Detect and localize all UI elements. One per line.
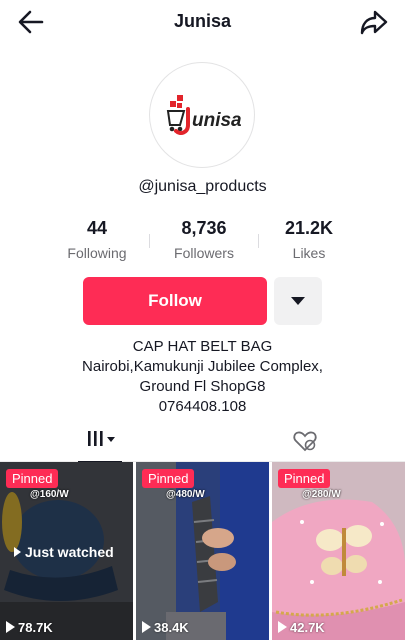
likes-label: Likes xyxy=(292,245,326,261)
following-label: Following xyxy=(67,245,127,261)
video-grid: Pinned @160/W Just watched 78.7K Pinned … xyxy=(0,462,405,640)
bio-line: Nairobi,Kamukunji Jubilee Complex, xyxy=(82,358,323,375)
bio-line: CAP HAT BELT BAG xyxy=(132,338,273,355)
play-outline-icon xyxy=(142,621,151,633)
page-title: Junisa xyxy=(173,11,232,31)
grid-icon xyxy=(88,431,115,446)
top-bar: Junisa xyxy=(0,0,405,46)
view-count: 38.4K xyxy=(142,620,189,635)
followers-count: 8,736 xyxy=(181,218,227,238)
just-watched-label: Just watched xyxy=(14,544,114,560)
stat-following[interactable]: 44 Following xyxy=(60,218,134,261)
price-caption: @480/W xyxy=(166,489,205,500)
stat-likes: 21.2K Likes xyxy=(272,218,346,261)
price-caption: @160/W xyxy=(30,489,69,500)
followers-label: Followers xyxy=(174,245,234,261)
stat-followers[interactable]: 8,736 Followers xyxy=(162,218,246,261)
following-count: 44 xyxy=(86,218,108,238)
profile-bio: CAP HAT BELT BAG Nairobi,Kamukunji Jubil… xyxy=(0,337,405,417)
likes-count: 21.2K xyxy=(284,218,334,238)
play-icon xyxy=(14,547,21,557)
view-count: 78.7K xyxy=(6,620,53,635)
video-tile[interactable]: Pinned @160/W Just watched 78.7K xyxy=(0,462,133,640)
profile-tabs xyxy=(0,420,405,463)
pinned-badge: Pinned xyxy=(278,469,331,488)
profile-stats: 44 Following 8,736 Followers 21.2K Likes xyxy=(40,218,365,266)
play-outline-icon xyxy=(278,621,287,633)
username: @junisa_products xyxy=(138,178,267,195)
pinned-badge: Pinned xyxy=(6,469,59,488)
avatar[interactable]: unisa xyxy=(149,62,255,168)
pinned-badge: Pinned xyxy=(142,469,195,488)
caret-down-icon xyxy=(291,297,305,305)
more-options-button[interactable] xyxy=(274,277,322,325)
stat-divider xyxy=(149,234,150,248)
share-arrow-icon[interactable] xyxy=(359,8,389,36)
heart-hidden-icon[interactable] xyxy=(292,428,318,454)
svg-text:unisa: unisa xyxy=(192,110,242,131)
video-tile[interactable]: Pinned @280/W 42.7K xyxy=(272,462,405,640)
video-tile[interactable]: Pinned @480/W 38.4K xyxy=(136,462,269,640)
stat-divider xyxy=(258,234,259,248)
bio-line: 0764408.108 xyxy=(158,398,247,415)
view-count: 42.7K xyxy=(278,620,325,635)
follow-button[interactable]: Follow xyxy=(83,277,267,325)
play-outline-icon xyxy=(6,621,15,633)
tab-videos[interactable] xyxy=(78,420,122,463)
bio-line: Ground Fl ShopG8 xyxy=(139,378,266,395)
junisa-logo: unisa xyxy=(166,95,242,135)
price-caption: @280/W xyxy=(302,489,341,500)
